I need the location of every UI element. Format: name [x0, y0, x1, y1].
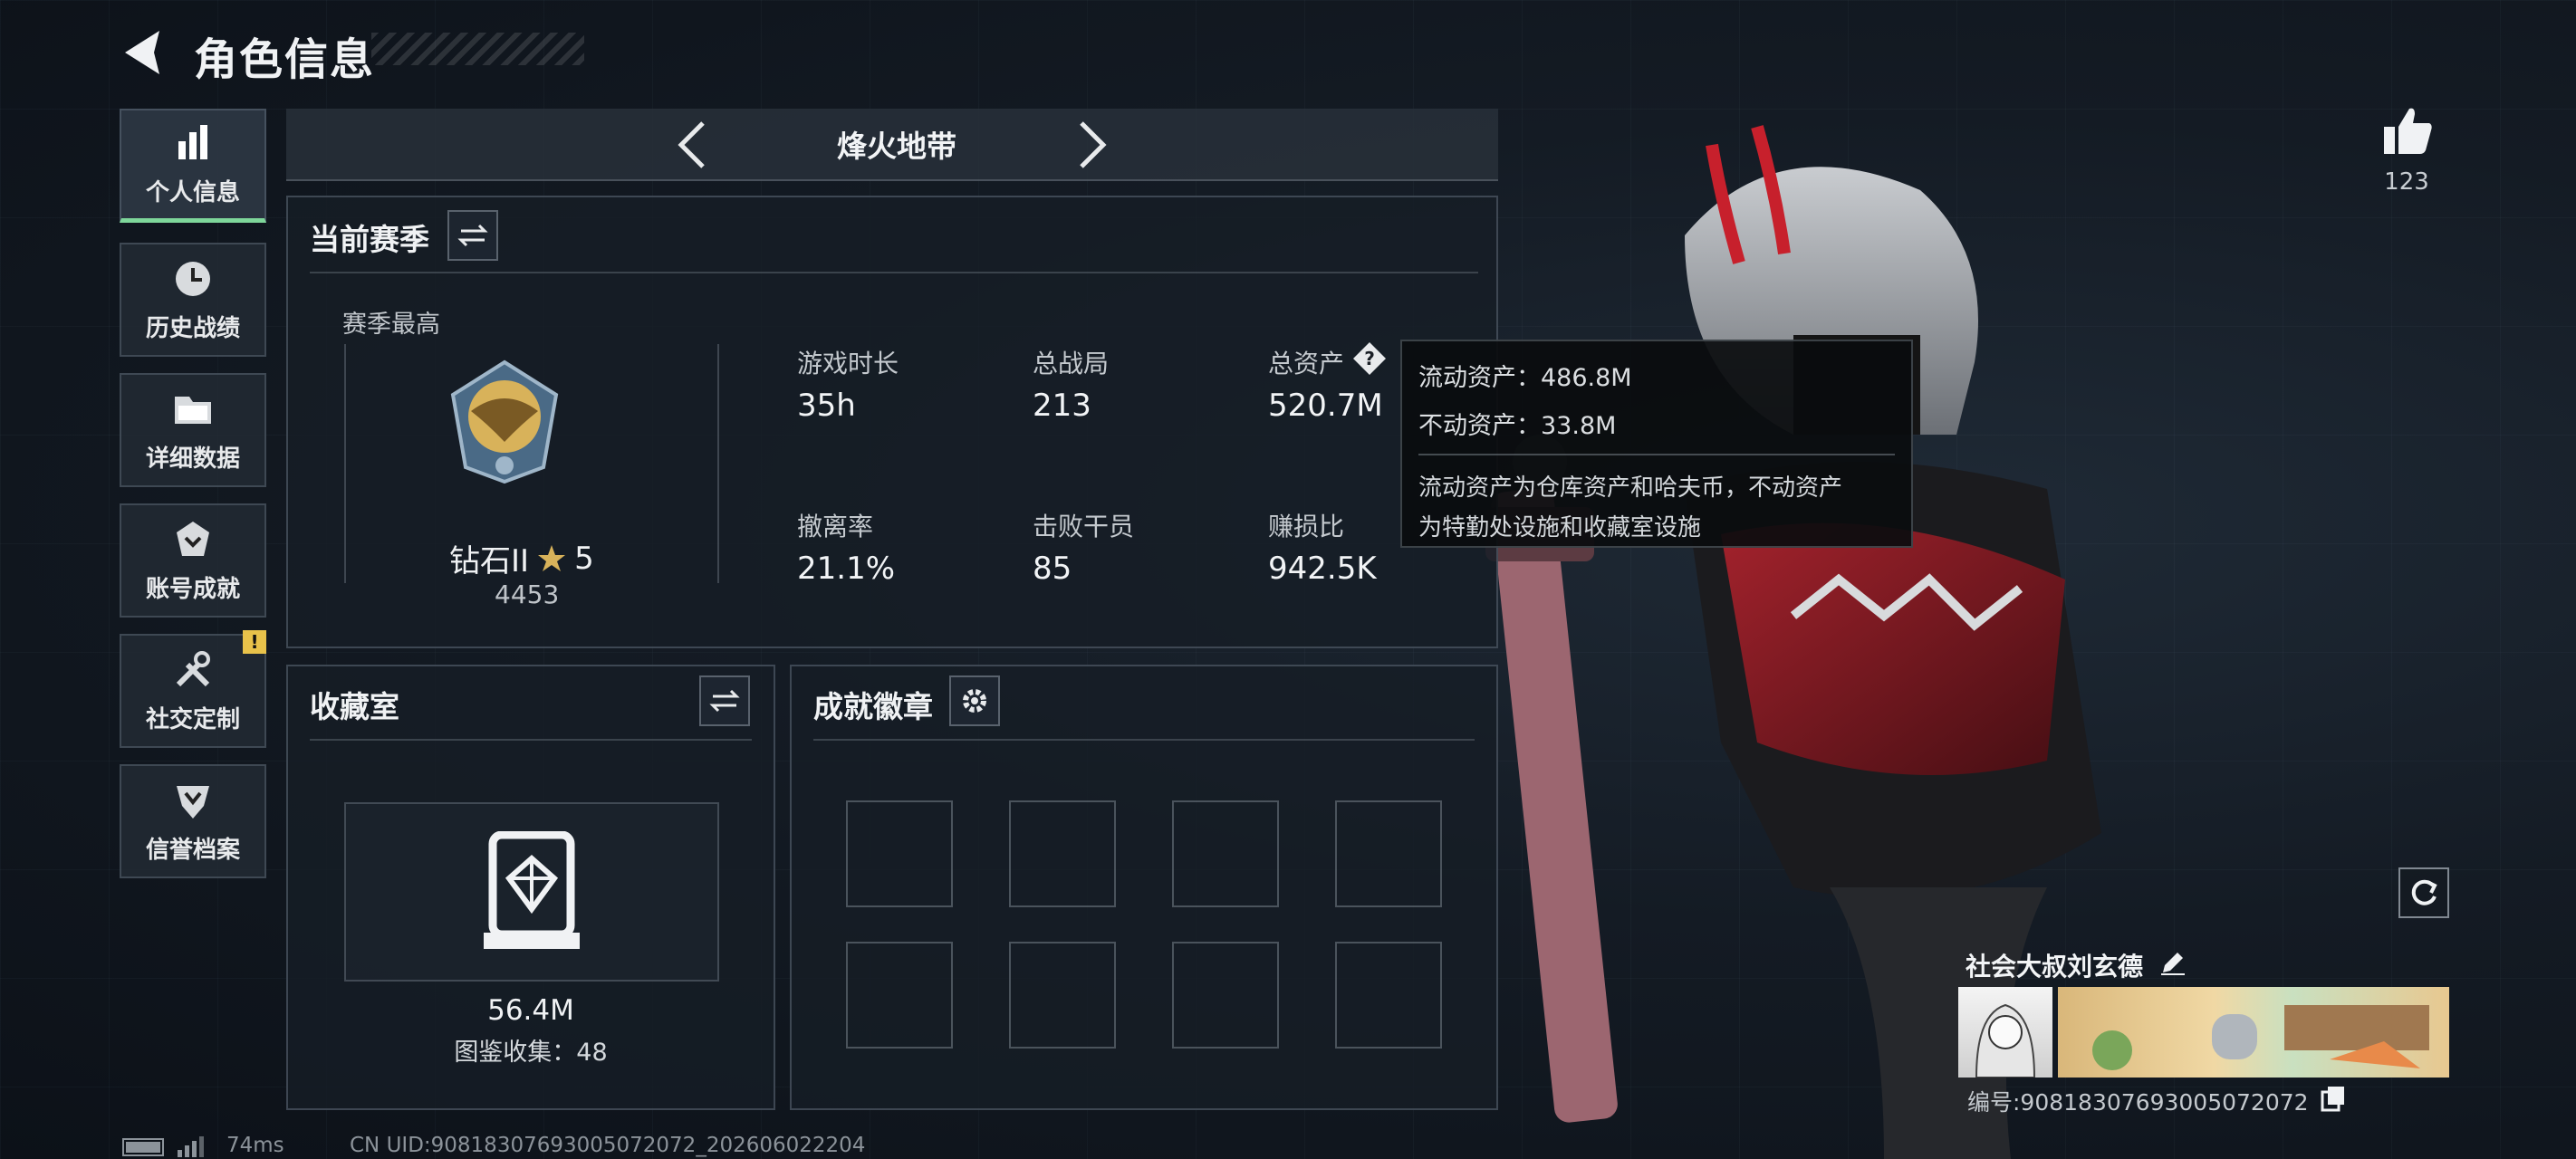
sidebar-item-label: 历史战绩	[145, 314, 240, 342]
sidebar-item-personal-info[interactable]: 个人信息	[120, 109, 266, 223]
stat-value-total-matches: 213	[1033, 388, 1091, 424]
rank-name: 钻石II	[449, 543, 530, 580]
refresh-icon	[2411, 879, 2437, 905]
tools-icon	[176, 650, 210, 686]
banner-illustration	[2092, 1005, 2429, 1070]
bar-chart-icon	[178, 125, 207, 159]
sidebar-item-label: 详细数据	[145, 445, 240, 473]
stat-label-extract-rate: 撤离率	[797, 512, 874, 541]
divider	[310, 739, 752, 741]
achievement-settings-button[interactable]	[949, 675, 1000, 726]
sidebar-item-achievements[interactable]: 账号成就	[120, 503, 266, 618]
sidebar-item-label: 账号成就	[145, 575, 240, 603]
stat-label-total-matches: 总战局	[1033, 349, 1110, 378]
player-id: 编号:9081830769300507207​2	[1967, 1089, 2309, 1116]
stat-value-profit-ratio: 942.5K	[1268, 551, 1377, 587]
divider	[310, 272, 1478, 273]
clock-icon	[176, 261, 210, 296]
tooltip-desc-line2: 为特勤处设施和收藏室设施	[1418, 514, 1702, 541]
badge-slot[interactable]	[1172, 800, 1279, 907]
chevron-right-icon[interactable]	[1074, 118, 1110, 172]
rank-stars: 5	[574, 540, 594, 577]
back-icon[interactable]	[118, 25, 172, 80]
badge-slot[interactable]	[1335, 800, 1442, 907]
edit-icon[interactable]	[2159, 949, 2187, 976]
mode-title: 烽火地带	[837, 129, 956, 164]
season-best-label: 赛季最高	[342, 311, 440, 339]
thumbs-up-icon[interactable]	[2380, 103, 2435, 158]
tooltip-fixed-assets: 不动资产：33.8M	[1418, 412, 1617, 440]
collection-panel-title: 收藏室	[310, 689, 399, 724]
sidebar-item-label: 信誉档案	[145, 836, 240, 864]
collection-catalog-count: 图鉴收集：48	[454, 1039, 608, 1067]
stat-value-play-time: 35h	[797, 388, 856, 424]
copy-icon[interactable]	[2321, 1085, 2346, 1112]
swap-icon	[457, 224, 488, 247]
collection-switch-button[interactable]	[699, 675, 750, 726]
folder-icon	[175, 396, 211, 424]
divider	[813, 739, 1475, 741]
rank-emblem-icon	[450, 359, 559, 484]
season-panel-title: 当前赛季	[310, 222, 429, 257]
sidebar-item-detailed-data[interactable]: 详细数据	[120, 373, 266, 487]
stat-value-extract-rate: 21.1%	[797, 551, 896, 587]
season-switch-button[interactable]	[447, 210, 498, 261]
avatar-illustration	[1975, 1003, 2036, 1078]
svg-text:?: ?	[1364, 348, 1375, 369]
badge-slot[interactable]	[1172, 942, 1279, 1049]
badge-slot[interactable]	[1009, 800, 1116, 907]
title-decoration	[371, 33, 584, 65]
collection-value: 56.4M	[487, 994, 574, 1027]
assets-tooltip: 流动资产：486.8M 不动资产：33.8M 流动资产为仓库资产和哈夫币，不动资…	[1400, 340, 1913, 548]
page-title: 角色信息	[194, 34, 376, 85]
stat-value-operators-defeated: 85	[1033, 551, 1072, 587]
tooltip-liquid-assets: 流动资产：486.8M	[1418, 364, 1632, 392]
sidebar-item-label: 个人信息	[145, 179, 240, 206]
tooltip-desc-line1: 流动资产为仓库资产和哈夫币，不动资产	[1418, 474, 1843, 502]
badge-slot[interactable]	[1335, 942, 1442, 1049]
tooltip-divider	[1418, 454, 1895, 455]
notification-badge: !	[243, 630, 266, 654]
player-avatar[interactable]	[1958, 987, 2052, 1078]
battery-signal-icon	[122, 1136, 204, 1157]
rank-score: 4453	[495, 580, 560, 609]
swap-icon	[709, 689, 740, 713]
sidebar-item-credit-record[interactable]: 信誉档案	[120, 764, 266, 878]
help-icon[interactable]: ?	[1351, 340, 1388, 377]
stat-value-total-assets: 520.7M	[1268, 388, 1383, 424]
collection-room-icon	[484, 831, 580, 949]
shield-badge-icon	[177, 785, 209, 819]
stat-label-profit-ratio: 赚损比	[1268, 512, 1345, 541]
stat-label-operators-defeated: 击败干员	[1033, 512, 1135, 541]
achievement-panel-title: 成就徽章	[813, 689, 933, 724]
badge-slot[interactable]	[1009, 942, 1116, 1049]
like-count: 123	[2384, 168, 2429, 196]
ping-value: 74ms	[226, 1134, 284, 1157]
gear-icon	[963, 689, 986, 713]
achievement-icon	[177, 521, 209, 556]
star-icon	[538, 544, 566, 571]
player-banner[interactable]	[2058, 987, 2449, 1078]
chevron-left-icon[interactable]	[674, 118, 710, 172]
rank-name-row: 钻石II 5	[449, 536, 594, 580]
player-name: 社会大叔刘玄德	[1966, 952, 2144, 982]
uid-label: CN UID:9081830769300507207​2_20260602220…	[350, 1134, 866, 1157]
badge-slot[interactable]	[846, 942, 953, 1049]
sidebar-item-label: 社交定制	[145, 705, 240, 733]
stat-label-total-assets: 总资产	[1268, 349, 1345, 378]
sidebar-item-history[interactable]: 历史战绩	[120, 243, 266, 357]
stat-label-play-time: 游戏时长	[797, 349, 899, 378]
refresh-button[interactable]	[2398, 867, 2449, 918]
badge-slot[interactable]	[846, 800, 953, 907]
